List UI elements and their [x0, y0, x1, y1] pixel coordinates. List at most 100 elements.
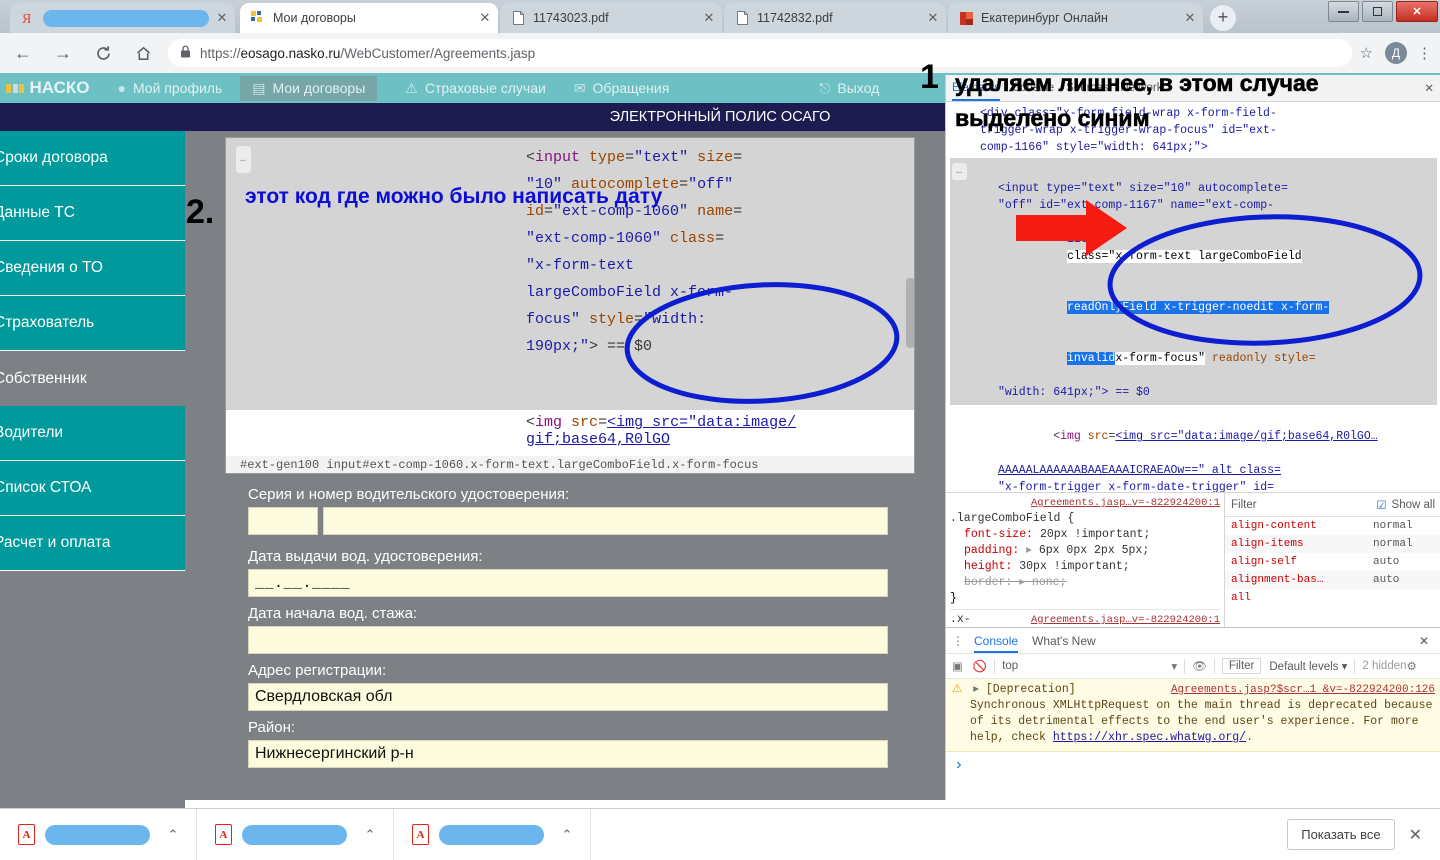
- download-item-2[interactable]: A ⌃: [394, 809, 591, 860]
- console-context-selector[interactable]: top ▾: [1002, 659, 1177, 673]
- console-eye-icon[interactable]: 👁: [1192, 659, 1207, 673]
- dom-class-edit-part-1[interactable]: class="x-form-text largeComboField: [1067, 250, 1302, 263]
- dom-class-selected-part-2[interactable]: invalid: [1067, 352, 1115, 365]
- window-close-button[interactable]: ✕: [1396, 1, 1438, 22]
- console-close-icon[interactable]: ✕: [1419, 634, 1429, 648]
- download-menu-caret-icon-0[interactable]: ⌃: [150, 827, 196, 843]
- experience-start-date-input[interactable]: [248, 626, 888, 654]
- tab-close-icon-4[interactable]: ✕: [1183, 11, 1197, 25]
- style-prop-row-3[interactable]: border: ▸ none;: [950, 575, 1220, 591]
- site-nav-label-0: Мой профиль: [133, 80, 222, 96]
- computed-filter-input[interactable]: Filter: [1231, 499, 1257, 511]
- browser-menu-icon[interactable]: ⋮: [1417, 44, 1432, 62]
- sidebar-item-owner[interactable]: Собственник: [0, 351, 185, 406]
- sidebar-item-insurer[interactable]: Страхователь: [0, 296, 185, 351]
- expand-arrow-icon-2[interactable]: ▸: [1019, 576, 1025, 589]
- site-nav-item-profile[interactable]: ● Мой профиль: [118, 80, 223, 96]
- dom-class-selected-part[interactable]: readOnlyField x-trigger-noedit x-form-: [1067, 301, 1329, 314]
- styles-source-link[interactable]: Agreements.jasp…v=-822924200:1: [1031, 495, 1220, 511]
- window-restore-button[interactable]: [1362, 1, 1393, 22]
- styles-next-rule[interactable]: Agreements.jasp…v=-822924200:1 .x-: [950, 609, 1220, 627]
- devtools-left-code[interactable]: … <input type="text" size= "10" autocomp…: [226, 138, 915, 410]
- styles-selector[interactable]: .largeComboField {: [950, 512, 1074, 525]
- style-prop-row-1[interactable]: padding: ▸ 6px 0px 2px 5px;: [950, 543, 1220, 559]
- dom-class-edit-part-2[interactable]: x-form-focus": [1115, 352, 1205, 365]
- tab-close-icon-3[interactable]: ✕: [926, 11, 940, 25]
- back-icon[interactable]: ←: [6, 36, 40, 70]
- download-bar-close-icon[interactable]: ✕: [1409, 825, 1422, 845]
- nasko-logo[interactable]: НАСКО: [6, 78, 90, 98]
- tab-close-icon-1[interactable]: ✕: [478, 11, 492, 25]
- expand-arrow-icon[interactable]: ▸: [1026, 544, 1032, 557]
- tab-close-icon-0[interactable]: ✕: [215, 11, 229, 25]
- console-tab-whats-new[interactable]: What's New: [1032, 634, 1096, 648]
- devtools-left-overlay: … <input type="text" size= "10" autocomp…: [225, 137, 915, 474]
- sidebar-item-drivers[interactable]: Водители: [0, 406, 185, 461]
- license-number-input[interactable]: [323, 507, 888, 535]
- browser-tab-4[interactable]: Екатеринбург Онлайн ✕: [948, 3, 1203, 33]
- console-prompt[interactable]: ›: [946, 752, 1440, 778]
- site-nav-item-appeals[interactable]: ✉ Обращения: [574, 80, 670, 97]
- sidebar-item-payment[interactable]: Расчет и оплата: [0, 516, 185, 571]
- browser-tab-2[interactable]: 11743023.pdf ✕: [500, 3, 722, 33]
- devtools-left-breadcrumb[interactable]: #ext-gen100 input#ext-comp-1060.x-form-t…: [226, 456, 915, 474]
- console-filter-input[interactable]: Filter: [1222, 658, 1262, 674]
- console-expand-arrow-icon[interactable]: ▸: [973, 683, 979, 696]
- browser-tab-0[interactable]: Я ✕: [10, 3, 235, 33]
- browser-tab-3[interactable]: 11742832.pdf ✕: [724, 3, 946, 33]
- computed-row: align-contentnormal: [1225, 517, 1440, 535]
- console-tab-console[interactable]: Console: [974, 628, 1018, 653]
- form-step-sidebar: Сроки договора Данные ТС Сведения о ТО С…: [0, 131, 185, 791]
- console-levels-dropdown[interactable]: Default levels ▾: [1269, 659, 1347, 673]
- tab-close-icon-2[interactable]: ✕: [702, 11, 716, 25]
- expand-ellipsis-icon-left[interactable]: …: [236, 146, 251, 173]
- download-item-0[interactable]: A ⌃: [0, 809, 197, 860]
- show-all-label[interactable]: Show all: [1392, 499, 1435, 511]
- console-drawer-menu-icon[interactable]: ⋮: [952, 634, 964, 648]
- download-menu-caret-icon-2[interactable]: ⌃: [544, 827, 590, 843]
- left-dom-img-src-1[interactable]: <img src="data:image/: [607, 414, 796, 431]
- forward-icon[interactable]: →: [46, 36, 80, 70]
- style-prop-row-0[interactable]: font-size: 20px !important;: [950, 527, 1220, 543]
- license-issue-date-input[interactable]: __.__.____: [248, 569, 888, 597]
- chevron-down-icon: ▾: [1171, 659, 1177, 673]
- sidebar-item-inspection[interactable]: Сведения о ТО: [0, 241, 185, 296]
- gear-icon[interactable]: ⚙: [1407, 659, 1417, 673]
- site-nav-item-exit[interactable]: ⎋ Выход: [819, 80, 879, 97]
- dom-img-src-value[interactable]: <img src="data:image/gif;base64,R0lGO…: [1115, 430, 1377, 443]
- download-item-1[interactable]: A ⌃: [197, 809, 394, 860]
- home-icon[interactable]: [126, 36, 160, 70]
- site-nav-item-claims[interactable]: ⚠ Страховые случаи: [405, 80, 546, 97]
- profile-avatar[interactable]: Д: [1385, 42, 1407, 64]
- computed-row: align-itemsnormal: [1225, 535, 1440, 553]
- devtools-close-icon[interactable]: ✕: [1424, 81, 1434, 95]
- console-message-source-link[interactable]: Agreements.jasp?$scr…1 &v=-822924200:126: [1171, 682, 1435, 698]
- address-bar[interactable]: https://eosago.nasko.ru/WebCustomer/Agre…: [168, 39, 1352, 67]
- new-tab-button[interactable]: +: [1210, 5, 1236, 31]
- bookmark-star-icon[interactable]: ☆: [1360, 44, 1373, 62]
- download-menu-caret-icon-1[interactable]: ⌃: [347, 827, 393, 843]
- district-input[interactable]: Нижнесергинский р-н: [248, 740, 888, 768]
- dom-selected-node[interactable]: … <input type="text" size="10" autocompl…: [950, 158, 1437, 405]
- console-clear-icon[interactable]: 🚫: [973, 659, 987, 673]
- show-all-checkbox[interactable]: ☑: [1376, 498, 1386, 512]
- style-prop-row-2[interactable]: height: 30px !important;: [950, 559, 1220, 575]
- console-message-link[interactable]: https://xhr.spec.whatwg.org/: [1053, 731, 1246, 744]
- site-nav-item-contracts[interactable]: ▤ Мои договоры: [240, 76, 377, 101]
- sidebar-item-service-stations[interactable]: Список СТОА: [0, 461, 185, 516]
- registration-address-input[interactable]: Свердловская обл: [248, 683, 888, 711]
- browser-tab-1[interactable]: Мои договоры ✕: [240, 3, 498, 33]
- reload-icon[interactable]: [86, 36, 120, 70]
- sidebar-item-terms[interactable]: Сроки договора: [0, 131, 185, 186]
- window-minimize-button[interactable]: [1328, 1, 1359, 22]
- show-all-downloads-button[interactable]: Показать все: [1287, 819, 1394, 850]
- styles-next-source-link[interactable]: Agreements.jasp…v=-822924200:1: [1031, 612, 1220, 627]
- devtools-elements-tree[interactable]: <div class="x-form-field-wrap x-form-fie…: [946, 102, 1440, 492]
- license-series-input[interactable]: [248, 507, 318, 535]
- sidebar-item-vehicle[interactable]: Данные ТС: [0, 186, 185, 241]
- devtools-left-scrollbar[interactable]: [906, 278, 915, 348]
- console-sidebar-toggle-icon[interactable]: ▣: [952, 659, 963, 673]
- devtools-styles-pane[interactable]: Agreements.jasp…v=-822924200:1 .largeCom…: [946, 492, 1224, 627]
- console-warning-message[interactable]: Agreements.jasp?$scr…1 &v=-822924200:126…: [946, 679, 1440, 752]
- expand-ellipsis-icon[interactable]: …: [952, 163, 967, 180]
